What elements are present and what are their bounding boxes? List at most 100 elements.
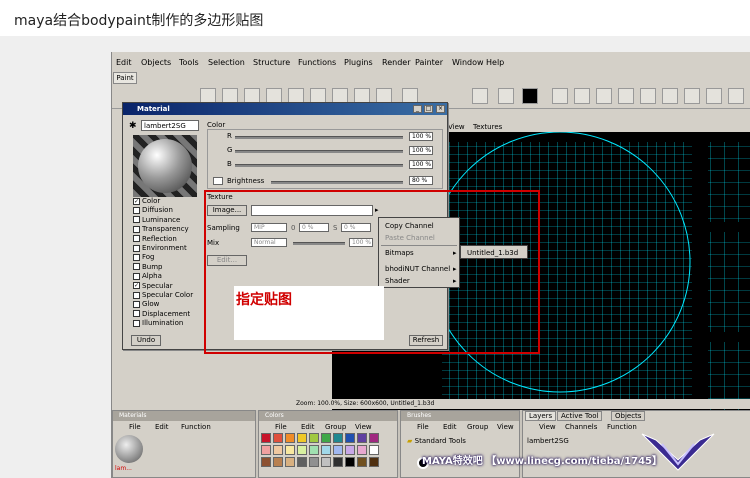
channel-checkbox[interactable] [133,263,140,271]
tab-layers[interactable]: Layers [525,411,557,421]
color-swatch[interactable] [285,445,295,455]
menu-structure[interactable]: Structure [253,58,290,67]
sphere-icon[interactable] [472,88,488,104]
viewport-menu-view[interactable]: View [448,123,465,131]
brightness-slider[interactable] [271,181,403,184]
scissors-icon[interactable] [498,88,514,104]
color-swatch[interactable] [297,457,307,467]
g-value[interactable]: 100 % [409,146,433,155]
color-swatch[interactable] [321,457,331,467]
channel-checkbox[interactable] [133,310,140,318]
color-swatch[interactable] [321,433,331,443]
layers-item[interactable]: lambert2SG [527,437,569,445]
brushes-menu-view[interactable]: View [497,423,514,431]
channel-checkbox[interactable] [133,291,140,299]
color-swatch[interactable] [369,433,379,443]
channel-item[interactable]: Illumination [133,319,183,328]
r-value[interactable]: 100 % [409,132,433,141]
r-slider[interactable] [235,136,403,139]
brushes-menu-group[interactable]: Group [467,423,488,431]
channel-checkbox[interactable] [133,272,140,280]
color-swatch[interactable] [261,445,271,455]
color-swatch[interactable] [285,433,295,443]
channel-d-icon[interactable] [574,88,590,104]
viewport-menu-textures[interactable]: Textures [473,123,502,131]
channel-item[interactable]: Fog [133,253,155,262]
brushes-folder[interactable]: ▰ Standard Tools [407,437,466,445]
channel-checkbox[interactable] [133,206,140,214]
colors-menu-edit[interactable]: Edit [301,423,315,431]
g-slider[interactable] [235,150,403,153]
colors-menu-group[interactable]: Group [325,423,346,431]
channel-item[interactable]: ✓ Specular [133,282,173,291]
channel-item[interactable]: Reflection [133,235,177,244]
channel-checkbox[interactable] [133,216,140,224]
color-swatch[interactable] [309,433,319,443]
color-swatch[interactable] [369,457,379,467]
tab-paint[interactable]: Paint [113,72,137,84]
color-swatch[interactable] [345,445,355,455]
menu-functions[interactable]: Functions [298,58,336,67]
channel-c-icon[interactable] [552,88,568,104]
minimize-button[interactable]: _ [413,105,422,113]
channel-item[interactable]: Glow [133,300,159,309]
b-value[interactable]: 100 % [409,160,433,169]
color-swatch[interactable] [297,445,307,455]
color-swatch[interactable] [297,433,307,443]
material-thumbnail[interactable] [115,435,143,463]
menu-objects[interactable]: Objects [141,58,171,67]
color-swatch[interactable] [285,457,295,467]
materials-menu-edit[interactable]: Edit [155,423,169,431]
colors-menu-view[interactable]: View [355,423,372,431]
color-swatch[interactable] [357,445,367,455]
color-swatch[interactable] [345,457,355,467]
color-swatch[interactable] [261,457,271,467]
color-swatch[interactable] [333,445,343,455]
pin-icon[interactable]: ✱ [129,121,137,131]
color-swatch[interactable] [261,433,271,443]
channel-s-icon[interactable] [706,88,722,104]
channel-e-icon[interactable] [618,88,634,104]
channel-a-icon[interactable] [684,88,700,104]
materials-menu-file[interactable]: File [129,423,141,431]
color-swatch[interactable] [273,445,283,455]
menu-help[interactable]: Help [486,58,504,67]
channel-item[interactable]: Luminance [133,216,180,225]
menu-edit[interactable]: Edit [116,58,132,67]
menu-selection[interactable]: Selection [208,58,245,67]
color-swatch[interactable] [333,433,343,443]
layers-menu-function[interactable]: Function [607,423,637,431]
channel-item[interactable]: Bump [133,263,163,272]
color-swatch[interactable] [345,433,355,443]
color-swatch[interactable] [321,445,331,455]
channel-item[interactable]: Diffusion [133,206,173,215]
channel-checkbox[interactable] [133,244,140,252]
menu-plugins[interactable]: Plugins [344,58,373,67]
channel-t-icon[interactable] [596,88,612,104]
channel-checkbox[interactable] [133,225,140,233]
menu-painter[interactable]: Painter [415,58,443,67]
maximize-button[interactable]: □ [424,105,433,113]
channel-b-icon[interactable] [662,88,678,104]
channel-item[interactable]: Transparency [133,225,189,234]
layers-menu-channels[interactable]: Channels [565,423,597,431]
material-name-field[interactable]: lambert2SG [141,120,199,131]
menu-render[interactable]: Render [382,58,410,67]
color-swatch[interactable] [309,445,319,455]
channel-checkbox[interactable]: ✓ [133,282,140,290]
channel-item[interactable]: Displacement [133,310,190,319]
menu-tools[interactable]: Tools [179,58,199,67]
channel-ds-icon[interactable] [728,88,744,104]
color-swatch-icon[interactable] [522,88,538,104]
color-preview-swatch[interactable] [213,177,223,185]
color-swatch[interactable] [333,457,343,467]
brightness-value[interactable]: 80 % [409,176,433,185]
color-swatch[interactable] [273,433,283,443]
color-swatches[interactable] [261,433,381,477]
channel-checkbox[interactable] [133,253,140,261]
menu-window[interactable]: Window [452,58,484,67]
channel-checkbox[interactable] [133,300,140,308]
channel-item[interactable]: Environment [133,244,187,253]
color-swatch[interactable] [357,457,367,467]
layers-menu-view[interactable]: View [539,423,556,431]
